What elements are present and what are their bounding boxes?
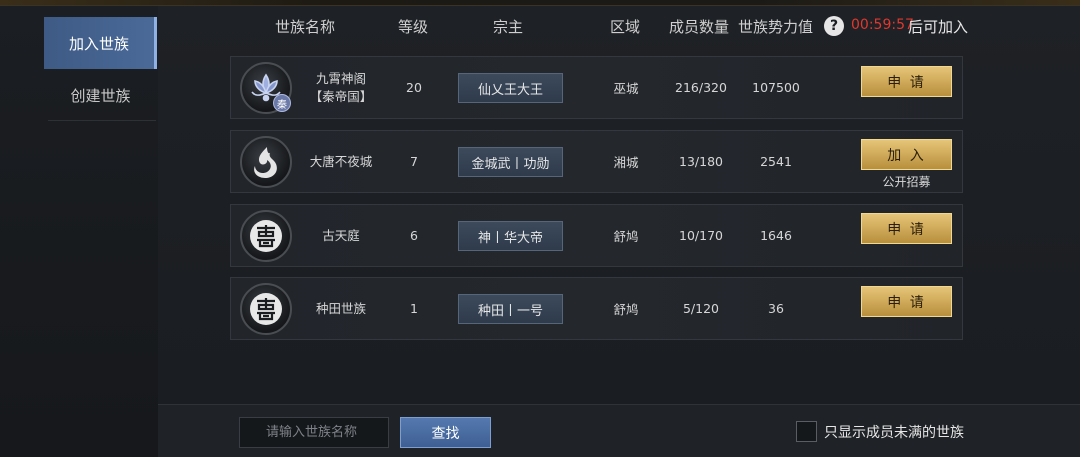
filter-not-full-checkbox[interactable] — [796, 421, 817, 442]
clan-power: 36 — [768, 301, 784, 316]
clan-members: 10/170 — [679, 228, 723, 243]
clan-power: 2541 — [760, 154, 792, 169]
faction-badge: 秦 — [273, 94, 291, 112]
clan-name: 九霄神阁 【秦帝国】 — [301, 57, 381, 118]
clan-row: 种田世族 1 种田丨一号 舒鸠 5/120 36 申 请 — [230, 277, 963, 340]
clan-region: 巫城 — [613, 81, 639, 96]
header-clan-name: 世族名称 — [275, 18, 336, 36]
help-icon[interactable]: ? — [824, 16, 844, 36]
clan-members: 5/120 — [682, 301, 720, 316]
shou-emblem-icon — [240, 283, 292, 335]
filter-not-full-label: 只显示成员未满的世族 — [824, 425, 964, 441]
clan-name: 古天庭 — [301, 205, 381, 266]
shou-emblem-icon — [240, 210, 292, 262]
tab-create-clan-label: 创建世族 — [70, 86, 131, 105]
join-cooldown-timer: 00:59:57 — [851, 17, 914, 33]
header-level: 等级 — [398, 18, 429, 36]
tab-create-clan[interactable]: 创建世族 — [44, 69, 157, 121]
header-power: 世族势力值 — [738, 18, 814, 36]
header-leader: 宗主 — [493, 18, 524, 36]
apply-button[interactable]: 申 请 — [861, 286, 952, 317]
public-recruit-note: 公开招募 — [882, 175, 931, 189]
join-button[interactable]: 加 入 — [861, 139, 952, 170]
apply-button[interactable]: 申 请 — [861, 213, 952, 244]
clan-name-line1: 种田世族 — [315, 300, 366, 316]
flame-emblem-icon — [240, 136, 292, 188]
tab-join-clan-label: 加入世族 — [68, 34, 129, 53]
clan-name-line1: 九霄神阁 — [315, 70, 366, 86]
clan-name-line1: 古天庭 — [322, 227, 360, 243]
clan-row: 秦 九霄神阁 【秦帝国】 20 仙乂王大王 巫城 216/320 107500 … — [230, 56, 963, 119]
clan-search-input[interactable] — [239, 417, 389, 448]
clan-power: 1646 — [760, 228, 792, 243]
join-cooldown-label: 后可加入 — [908, 18, 969, 36]
header-members: 成员数量 — [669, 18, 730, 36]
clan-level: 6 — [410, 228, 418, 243]
clan-leader-button[interactable]: 仙乂王大王 — [458, 73, 563, 103]
clan-name-line1: 大唐不夜城 — [309, 153, 373, 169]
clan-region: 舒鸠 — [613, 229, 639, 244]
clan-region: 舒鸠 — [613, 302, 639, 317]
find-button[interactable]: 查找 — [400, 417, 491, 448]
clan-leader-button[interactable]: 种田丨一号 — [458, 294, 563, 324]
clan-region: 湘城 — [613, 155, 639, 170]
sidebar-divider — [48, 120, 156, 121]
clan-leader-button[interactable]: 金城武丨功勋 — [458, 147, 563, 177]
clan-name: 大唐不夜城 — [301, 131, 381, 192]
clan-list-panel: 世族名称 等级 宗主 区域 成员数量 世族势力值 ? 00:59:57 后可加入… — [158, 6, 1080, 404]
apply-button[interactable]: 申 请 — [861, 66, 952, 97]
clan-level: 7 — [410, 154, 418, 169]
clan-row: 大唐不夜城 7 金城武丨功勋 湘城 13/180 2541 加 入 公开招募 — [230, 130, 963, 193]
sidebar: 加入世族 创建世族 — [0, 6, 158, 457]
clan-level: 20 — [406, 80, 422, 95]
clan-level: 1 — [410, 301, 418, 316]
tab-join-clan[interactable]: 加入世族 — [44, 17, 157, 69]
clan-name-line2: 【秦帝国】 — [309, 88, 373, 104]
clan-name: 种田世族 — [301, 278, 381, 339]
clan-power: 107500 — [752, 80, 800, 95]
clan-members: 13/180 — [679, 154, 723, 169]
clan-row: 古天庭 6 神丨华大帝 舒鸠 10/170 1646 申 请 — [230, 204, 963, 267]
clan-members: 216/320 — [675, 80, 727, 95]
header-region: 区域 — [610, 18, 641, 36]
search-bar: 查找 只显示成员未满的世族 — [158, 404, 1080, 457]
clan-leader-button[interactable]: 神丨华大帝 — [458, 221, 563, 251]
